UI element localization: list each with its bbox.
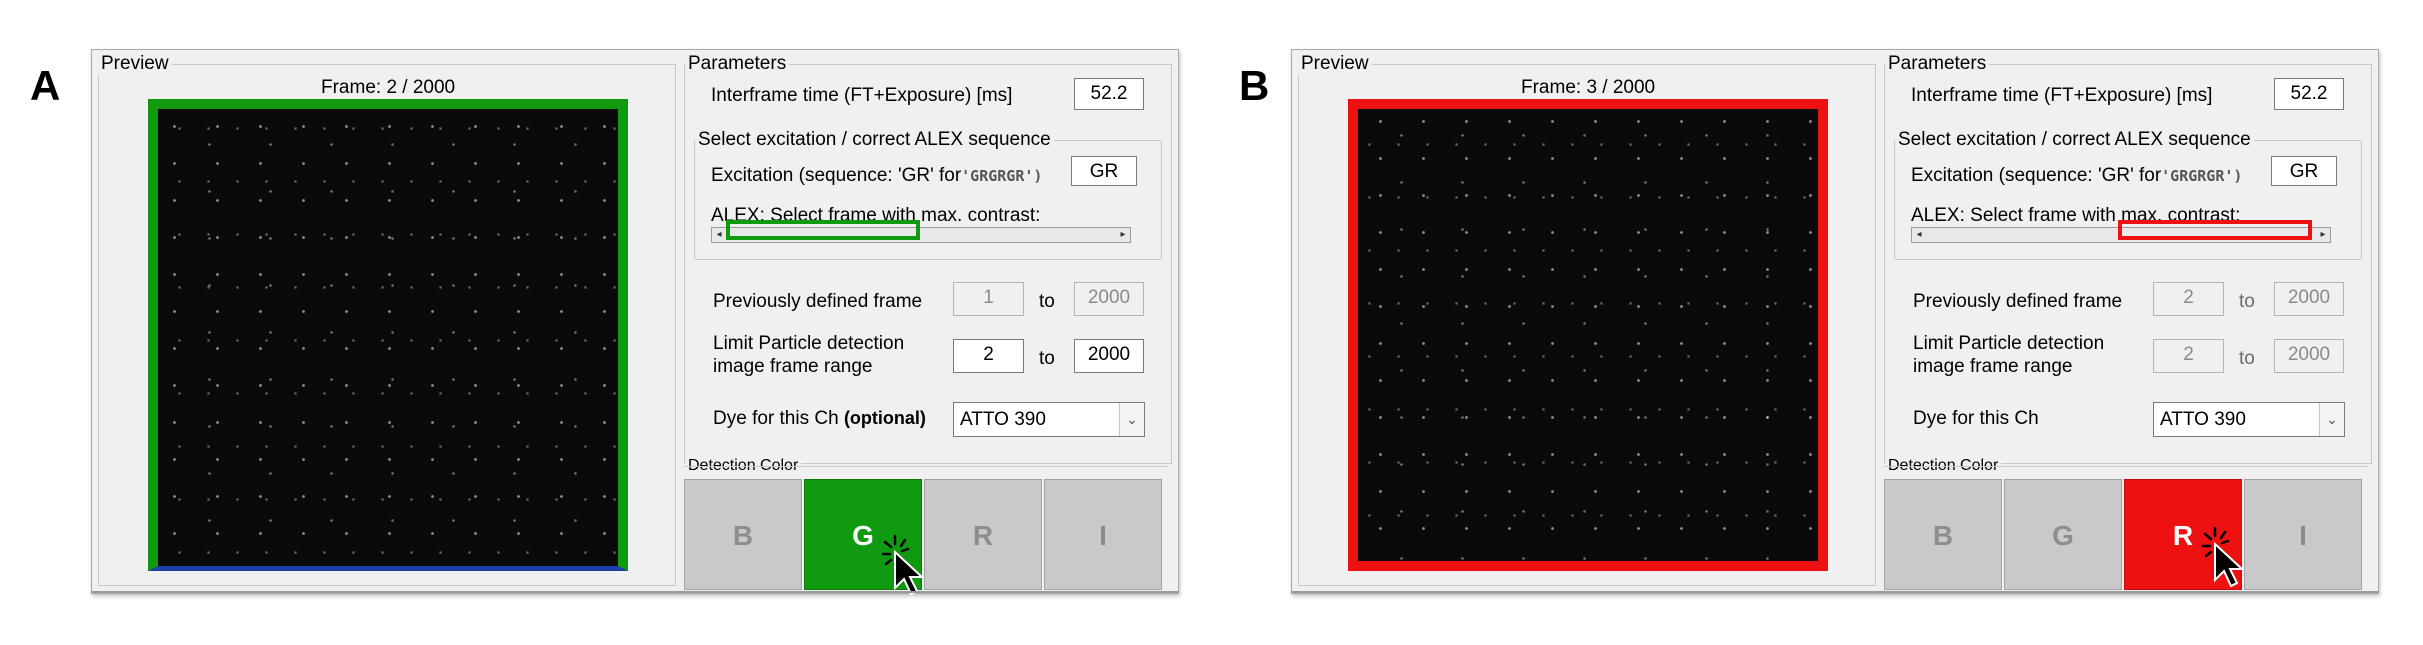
excitation-example: 'GRGRGR') — [2161, 167, 2243, 185]
slider-left-arrow-icon[interactable]: ◂ — [712, 228, 726, 242]
window-bottom-edge — [1292, 591, 2378, 593]
excitation-input[interactable]: GR — [2271, 156, 2337, 186]
limit-label-line2: image frame range — [1913, 356, 2073, 377]
color-button-i[interactable]: I — [1044, 479, 1162, 590]
excitation-label: Excitation (sequence: 'GR' for'GRGRGR') — [711, 165, 1042, 187]
previous-frame-label: Previously defined frame — [713, 291, 923, 312]
to-label-1: to — [2239, 291, 2255, 312]
limit-from-input[interactable]: 2 — [953, 339, 1024, 373]
slider-right-arrow-icon[interactable]: ▸ — [1116, 228, 1130, 242]
parameters-title: Parameters — [1885, 53, 1990, 75]
to-label-2: to — [1039, 348, 1055, 369]
alex-frame-slider[interactable]: ◂ ▸ — [711, 220, 1131, 243]
frame-highlight-border — [1348, 99, 1828, 571]
panel-label-b: B — [1239, 62, 1270, 109]
excitation-label-text: Excitation (sequence: 'GR' for — [1911, 165, 2162, 186]
excitation-label-text: Excitation (sequence: 'GR' for — [711, 165, 962, 186]
chevron-down-icon[interactable]: ⌄ — [1119, 403, 1144, 436]
excitation-input[interactable]: GR — [1071, 156, 1137, 186]
interframe-input[interactable]: 52.2 — [2274, 78, 2344, 110]
chevron-down-icon[interactable]: ⌄ — [2319, 403, 2344, 436]
window-b: Preview Frame: 3 / 2000 Parameters Inter… — [1291, 49, 2379, 594]
dye-dropdown-value: ATTO 390 — [960, 409, 1046, 430]
dye-dropdown-value: ATTO 390 — [2160, 409, 2246, 430]
window-bottom-edge — [92, 591, 1178, 593]
dye-label: Dye for this Ch — [1913, 408, 2039, 430]
preview-title: Preview — [98, 53, 172, 75]
previous-frame-label: Previously defined frame — [1913, 291, 2123, 312]
detection-color-group: B G R I — [1884, 466, 2368, 591]
frame-label: Frame: 2 / 2000 — [321, 77, 456, 98]
excitation-label: Excitation (sequence: 'GR' for'GRGRGR') — [1911, 165, 2242, 187]
previous-frame-to-input: 2000 — [2274, 282, 2344, 316]
dye-optional: (optional) — [843, 408, 926, 428]
dye-dropdown[interactable]: ATTO 390 ⌄ — [953, 402, 1145, 437]
excitation-example: 'GRGRGR') — [961, 167, 1043, 185]
slider-thumb[interactable] — [2118, 220, 2312, 240]
limit-label-line2: image frame range — [713, 356, 873, 377]
slider-left-arrow-icon[interactable]: ◂ — [1912, 228, 1926, 242]
panel-label-a: A — [30, 62, 61, 109]
interframe-label: Interframe time (FT+Exposure) [ms] — [1911, 85, 2213, 106]
color-button-g[interactable]: G — [2004, 479, 2122, 590]
limit-label-line1: Limit Particle detection — [1913, 333, 2105, 354]
parameters-title: Parameters — [685, 53, 790, 75]
dye-label-text: Dye for this Ch — [1913, 408, 2039, 429]
interframe-label: Interframe time (FT+Exposure) [ms] — [711, 85, 1013, 106]
color-button-i[interactable]: I — [2244, 479, 2362, 590]
to-label-2: to — [2239, 348, 2255, 369]
dye-label-text: Dye for this Ch — [713, 408, 839, 429]
preview-title: Preview — [1298, 53, 1372, 75]
frame-highlight-border — [148, 99, 628, 571]
dye-dropdown[interactable]: ATTO 390 ⌄ — [2153, 402, 2345, 437]
slider-thumb[interactable] — [726, 220, 920, 240]
alex-group-title: Select excitation / correct ALEX sequenc… — [1895, 129, 2254, 151]
dye-label: Dye for this Ch (optional) — [713, 408, 926, 430]
alex-frame-slider[interactable]: ◂ ▸ — [1911, 220, 2331, 243]
previous-frame-to-input: 2000 — [1074, 282, 1144, 316]
slider-right-arrow-icon[interactable]: ▸ — [2316, 228, 2330, 242]
window-a: Preview Frame: 2 / 2000 Parameters Inter… — [91, 49, 1179, 596]
mouse-cursor-icon — [881, 534, 925, 596]
interframe-input[interactable]: 52.2 — [1074, 78, 1144, 110]
to-label-1: to — [1039, 291, 1055, 312]
previous-frame-from-input: 2 — [2153, 282, 2224, 316]
frame-label: Frame: 3 / 2000 — [1521, 77, 1656, 98]
color-button-b[interactable]: B — [684, 479, 802, 590]
limit-from-input: 2 — [2153, 339, 2224, 373]
limit-label-line1: Limit Particle detection — [713, 333, 905, 354]
color-button-r[interactable]: R — [924, 479, 1042, 590]
limit-to-input[interactable]: 2000 — [1074, 339, 1144, 373]
mouse-cursor-icon — [2201, 526, 2245, 588]
color-button-b[interactable]: B — [1884, 479, 2002, 590]
previous-frame-from-input: 1 — [953, 282, 1024, 316]
limit-to-input: 2000 — [2274, 339, 2344, 373]
alex-group-title: Select excitation / correct ALEX sequenc… — [695, 129, 1054, 151]
